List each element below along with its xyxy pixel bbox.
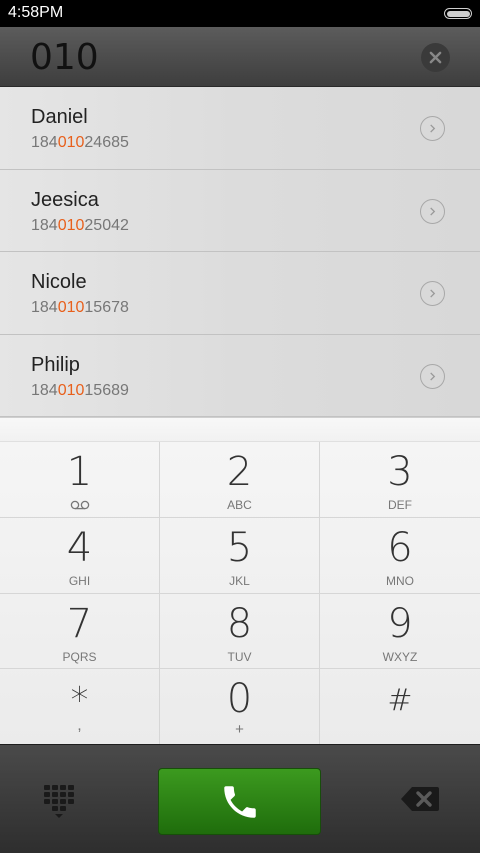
key-digit: 0 — [226, 676, 253, 722]
key-letters: TUV — [227, 650, 252, 664]
contact-detail-button[interactable] — [420, 116, 445, 141]
contact-number: 18401024685 — [31, 134, 129, 151]
key-digit: 2 — [226, 449, 253, 495]
contact-row[interactable]: Philip 18401015689 — [0, 335, 480, 417]
contact-name: Philip — [31, 353, 80, 376]
key-4[interactable]: 4 GHI — [0, 518, 160, 594]
call-button[interactable] — [158, 768, 321, 835]
contact-number: 18401015678 — [31, 299, 129, 316]
key-digit: 8 — [226, 601, 253, 647]
contact-row[interactable]: Nicole 18401015678 — [0, 252, 480, 335]
backspace-icon[interactable] — [400, 785, 440, 813]
key-letters: + — [235, 721, 244, 738]
key-8[interactable]: 8 TUV — [160, 594, 320, 669]
key-2[interactable]: 2 ABC — [160, 442, 320, 518]
contact-row[interactable]: Jeesica 18401025042 — [0, 170, 480, 252]
chevron-right-icon — [430, 124, 436, 133]
contact-name: Nicole — [31, 271, 87, 293]
key-star[interactable]: * , — [0, 669, 160, 745]
key-0[interactable]: 0 + — [160, 669, 320, 745]
key-digit: 4 — [66, 525, 93, 571]
phone-icon — [223, 785, 256, 818]
key-6[interactable]: 6 MNO — [320, 518, 480, 594]
contact-row[interactable]: Daniel 18401024685 — [0, 87, 480, 170]
contact-detail-button[interactable] — [420, 281, 445, 306]
key-letters: , — [77, 717, 82, 734]
contact-detail-button[interactable] — [420, 363, 445, 389]
contact-number: 18401015689 — [31, 381, 129, 399]
contact-name: Daniel — [31, 106, 88, 128]
chevron-right-icon — [430, 206, 436, 216]
key-digit: 6 — [387, 525, 413, 571]
close-icon — [429, 51, 442, 64]
key-letters: WXYZ — [382, 650, 418, 664]
contact-results: Daniel 18401024685 Jeesica 18401025042 N… — [0, 87, 480, 417]
voicemail-icon — [70, 500, 90, 510]
keypad-handle — [0, 418, 480, 442]
number-bar: 010 — [0, 27, 480, 87]
key-letters: PQRS — [62, 650, 97, 664]
bottom-action-bar — [0, 744, 480, 853]
key-digit: 3 — [387, 449, 413, 495]
key-digit: 9 — [387, 601, 413, 647]
key-hash[interactable]: # — [320, 669, 480, 745]
key-digit: 1 — [66, 449, 93, 495]
contact-number: 18401025042 — [31, 216, 129, 234]
key-9[interactable]: 9 WXYZ — [320, 594, 480, 669]
key-digit: 7 — [66, 601, 93, 647]
key-7[interactable]: 7 PQRS — [0, 594, 160, 669]
dial-keypad: 1 2 ABC 3 DEF 4 GHI 5 JKL 6 MNO 7 PQRS 8… — [0, 417, 480, 745]
clear-button[interactable] — [421, 43, 450, 72]
key-1[interactable]: 1 — [0, 442, 160, 518]
contact-name: Jeesica — [31, 188, 99, 211]
key-digit: # — [387, 683, 413, 718]
key-letters: ABC — [227, 498, 252, 512]
key-3[interactable]: 3 DEF — [320, 442, 480, 518]
contact-detail-button[interactable] — [420, 198, 445, 224]
key-letters: GHI — [68, 574, 91, 588]
key-digit: 5 — [226, 525, 253, 571]
key-letters: DEF — [388, 498, 412, 512]
battery-icon — [444, 8, 472, 19]
dialpad-grid-icon[interactable] — [43, 783, 75, 819]
key-letters: JKL — [229, 574, 250, 588]
key-letters: MNO — [386, 574, 414, 588]
chevron-right-icon — [430, 371, 436, 381]
status-bar: 4:58PM — [0, 0, 480, 27]
key-5[interactable]: 5 JKL — [160, 518, 320, 594]
status-time: 4:58PM — [8, 4, 64, 21]
chevron-right-icon — [430, 289, 436, 298]
dialed-number[interactable]: 010 — [30, 37, 99, 78]
